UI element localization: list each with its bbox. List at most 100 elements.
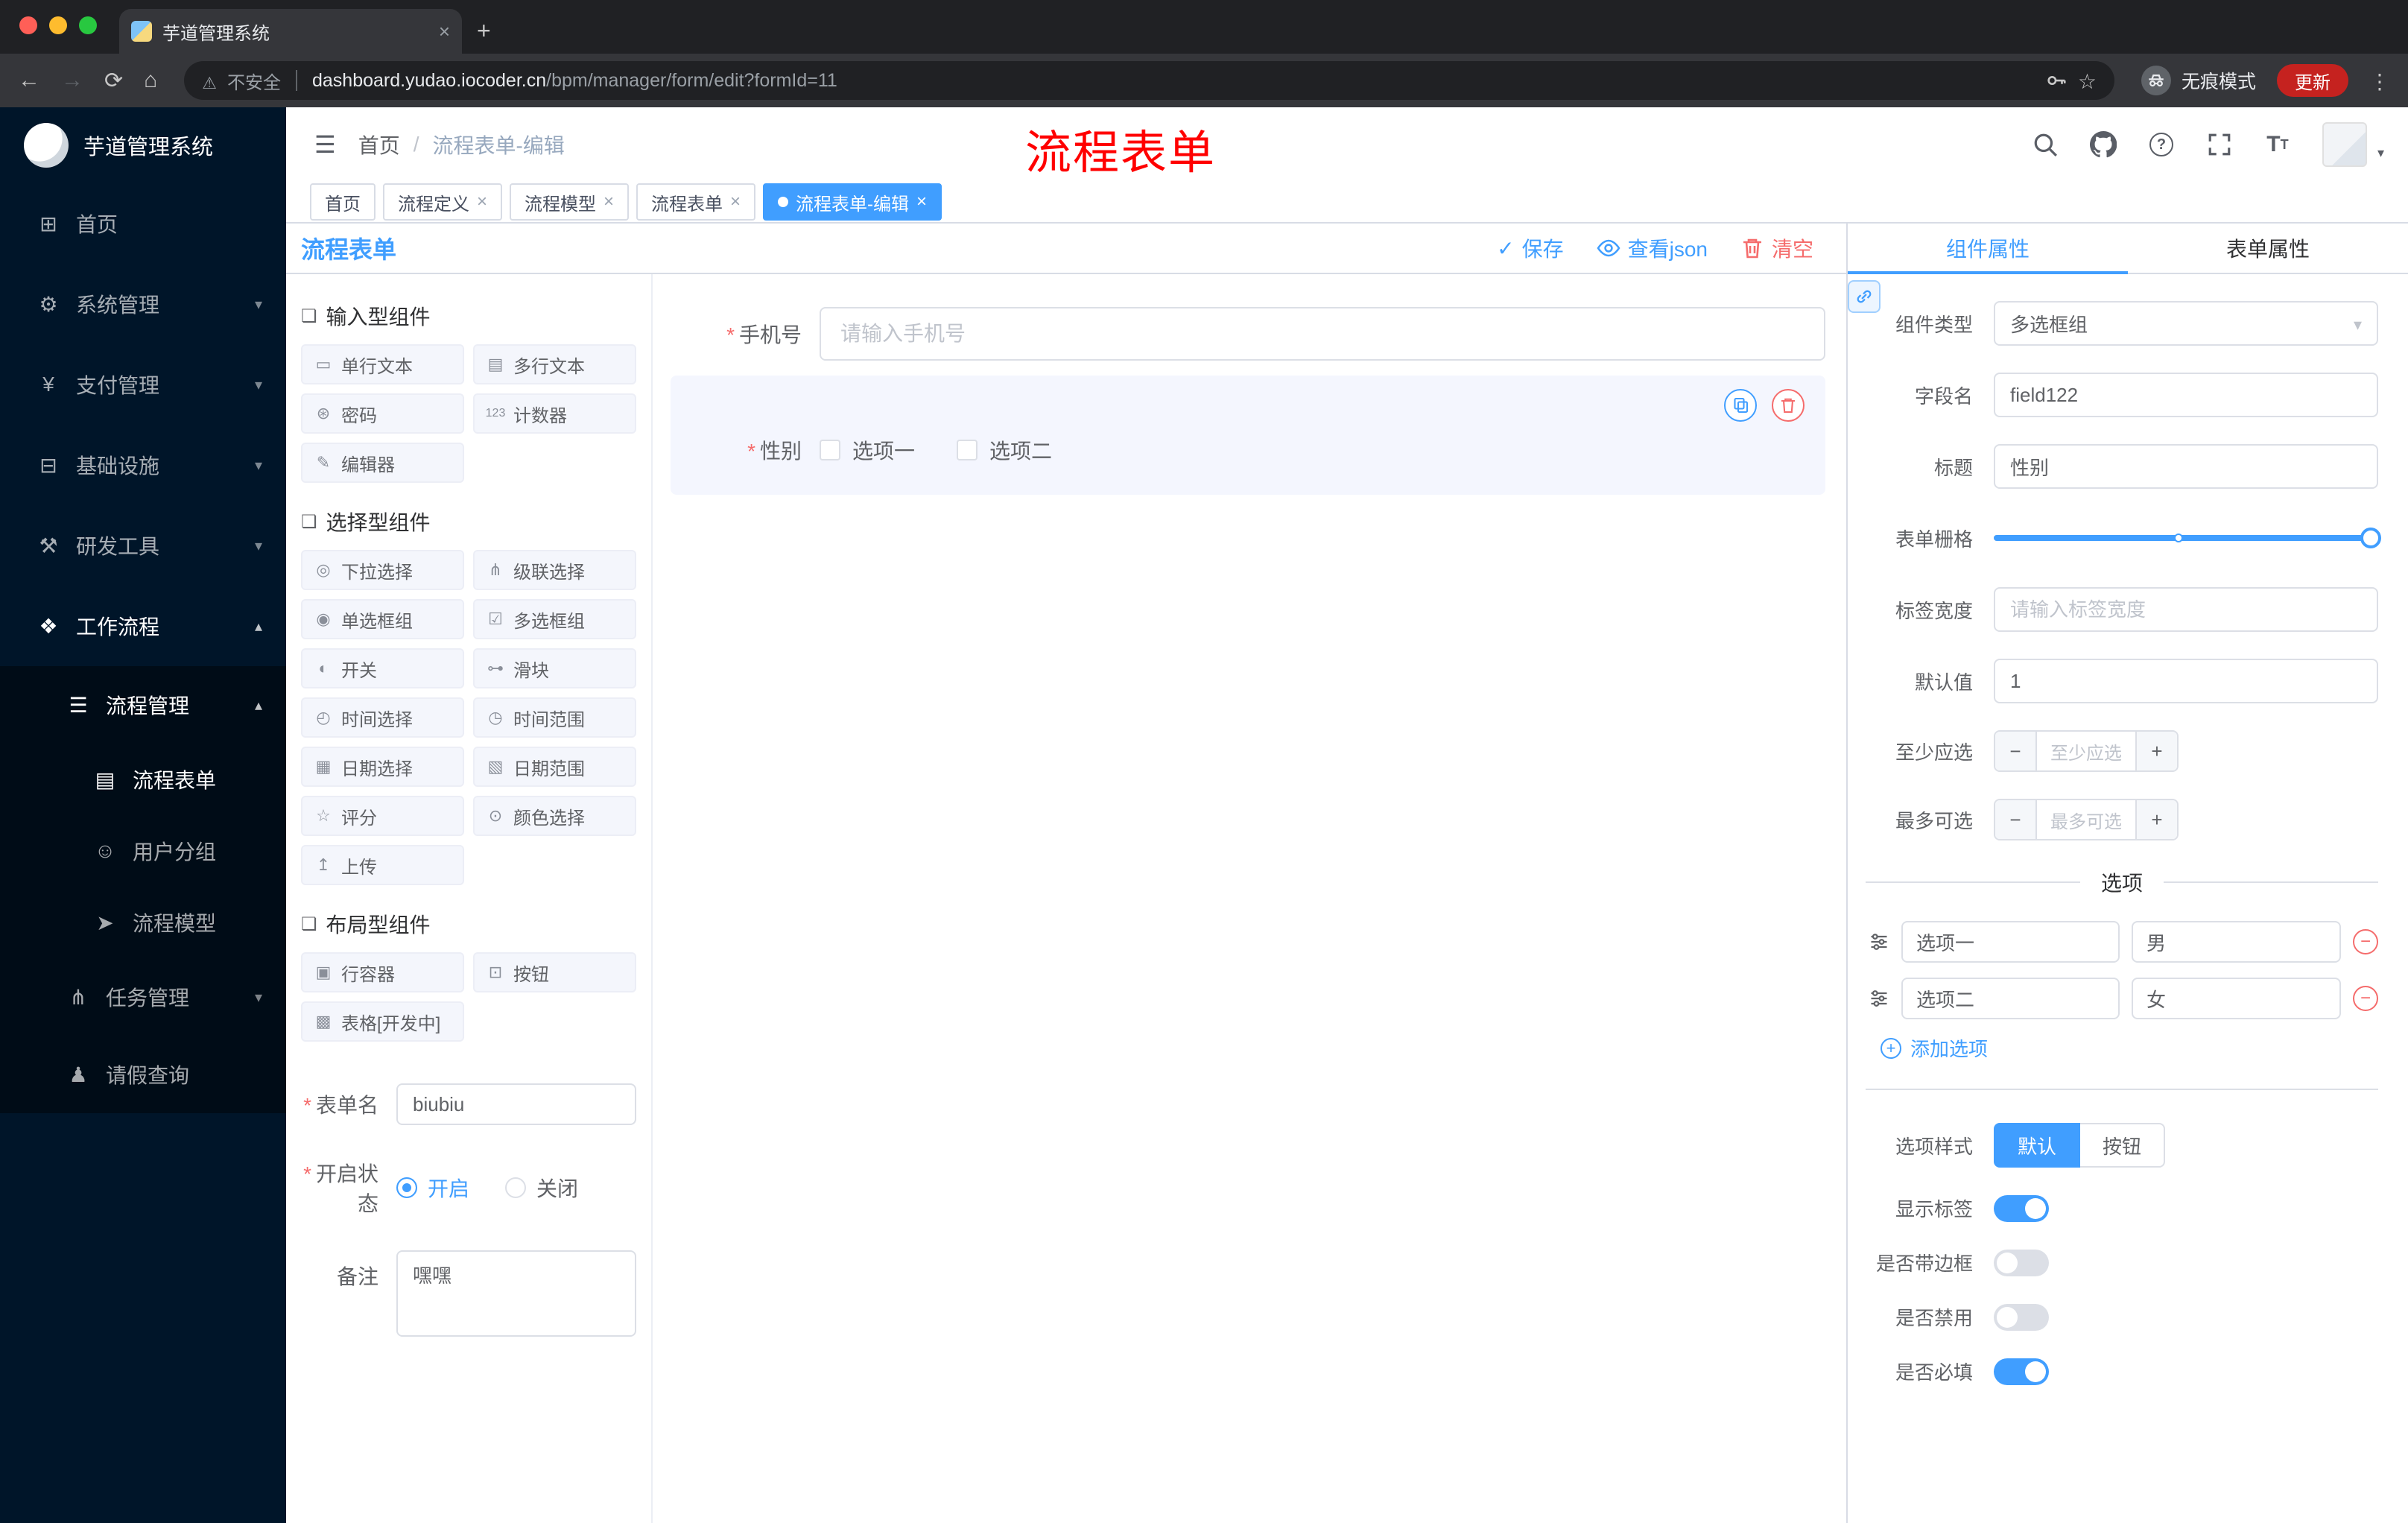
sidebar-item-infra[interactable]: ⊟ 基础设施 [0, 425, 286, 505]
sidebar-item-devtools[interactable]: ⚒ 研发工具 [0, 505, 286, 586]
palette-item-checkbox-group[interactable]: ☑ 多选框组 [473, 599, 636, 639]
remove-option-button[interactable] [2353, 929, 2378, 954]
drag-handle-icon[interactable] [1869, 931, 1889, 952]
phone-input[interactable] [820, 307, 1825, 361]
save-button[interactable]: 保存 [1497, 233, 1564, 263]
browser-tab[interactable]: 芋道管理系统 [119, 9, 462, 54]
home-button[interactable] [144, 68, 157, 93]
sidebar-collapse-icon[interactable] [286, 130, 358, 159]
stepper-plus-button[interactable] [2135, 800, 2177, 839]
palette-item-slider[interactable]: ⊶ 滑块 [473, 648, 636, 688]
grid-slider[interactable] [1994, 516, 2381, 560]
tab-close-icon[interactable] [477, 191, 487, 212]
max-select-placeholder[interactable]: 最多可选 [2037, 800, 2135, 839]
page-tab-home[interactable]: 首页 [310, 183, 376, 221]
min-select-placeholder[interactable]: 至少应选 [2037, 732, 2135, 770]
tab-close-icon[interactable] [439, 20, 450, 43]
address-bar[interactable]: 不安全 dashboard.yudao.iocoder.cn/bpm/manag… [184, 61, 2114, 100]
bookmark-star-icon[interactable] [2078, 67, 2097, 95]
drag-handle-icon[interactable] [1869, 988, 1889, 1009]
slider-handle[interactable] [2360, 528, 2381, 548]
palette-item-row-container[interactable]: ▣ 行容器 [301, 952, 464, 992]
forward-button[interactable] [61, 68, 83, 93]
tab-close-icon[interactable] [916, 191, 927, 212]
breadcrumb-home[interactable]: 首页 [358, 130, 400, 159]
tab-form-props[interactable]: 表单属性 [2128, 224, 2408, 273]
tab-close-icon[interactable] [730, 191, 741, 212]
fullscreen-icon[interactable] [2206, 131, 2233, 158]
sidebar-item-workflow[interactable]: ❖ 工作流程 [0, 586, 286, 666]
sidebar-item-leave-query[interactable]: ♟ 请假查询 [0, 1036, 286, 1113]
status-off-radio[interactable]: 关闭 [505, 1173, 578, 1203]
palette-item-upload[interactable]: ↥ 上传 [301, 845, 464, 885]
page-tab-process-form[interactable]: 流程表单 [636, 183, 756, 221]
field-name-input[interactable] [1994, 373, 2378, 417]
delete-field-button[interactable] [1772, 389, 1805, 422]
password-key-icon[interactable] [2045, 69, 2068, 92]
style-button-button[interactable]: 按钮 [2080, 1123, 2166, 1168]
sidebar-item-payment[interactable]: ¥ 支付管理 [0, 344, 286, 425]
brand[interactable]: 芋道管理系统 [0, 107, 286, 183]
reload-button[interactable] [104, 68, 123, 94]
font-size-icon[interactable]: TT [2264, 131, 2291, 158]
user-avatar[interactable] [2322, 122, 2367, 167]
palette-item-cascader[interactable]: ⋔ 级联选择 [473, 550, 636, 590]
option-1-value-input[interactable] [2132, 921, 2341, 963]
add-option-button[interactable]: 添加选项 [1881, 1034, 2378, 1062]
link-anchor-icon[interactable] [1848, 280, 1881, 313]
disabled-toggle[interactable] [1994, 1303, 2049, 1331]
palette-item-single-line-text[interactable]: ▭ 单行文本 [301, 344, 464, 384]
window-minimize-button[interactable] [49, 16, 67, 34]
palette-item-time-picker[interactable]: ◴ 时间选择 [301, 697, 464, 738]
palette-item-time-range[interactable]: ◷ 时间范围 [473, 697, 636, 738]
window-zoom-button[interactable] [79, 16, 97, 34]
palette-item-rate[interactable]: ☆ 评分 [301, 796, 464, 836]
gender-option-1-checkbox[interactable]: 选项一 [820, 435, 915, 465]
stepper-minus-button[interactable] [1995, 800, 2037, 839]
window-close-button[interactable] [19, 16, 37, 34]
option-2-value-input[interactable] [2132, 978, 2341, 1019]
remove-option-button[interactable] [2353, 986, 2378, 1011]
option-2-label-input[interactable] [1901, 978, 2120, 1019]
sidebar-item-user-group[interactable]: ☺ 用户分组 [0, 815, 286, 887]
palette-item-button[interactable]: ⊡ 按钮 [473, 952, 636, 992]
help-icon[interactable] [2148, 131, 2175, 158]
palette-item-select[interactable]: ◎ 下拉选择 [301, 550, 464, 590]
palette-item-editor[interactable]: ✎ 编辑器 [301, 443, 464, 483]
tab-close-icon[interactable] [603, 191, 614, 212]
default-value-input[interactable] [1994, 659, 2378, 703]
gender-field-block[interactable]: 性别 选项一 选项二 [671, 376, 1825, 495]
github-icon[interactable] [2089, 131, 2117, 158]
stepper-minus-button[interactable] [1995, 732, 2037, 770]
sidebar-item-home[interactable]: ⊞ 首页 [0, 183, 286, 264]
back-button[interactable] [18, 68, 40, 93]
border-toggle[interactable] [1994, 1249, 2049, 1276]
view-json-button[interactable]: 查看json [1597, 233, 1708, 263]
page-tab-process-model[interactable]: 流程模型 [510, 183, 630, 221]
palette-item-date-range[interactable]: ▧ 日期范围 [473, 747, 636, 787]
sidebar-item-process-form[interactable]: ▤ 流程表单 [0, 744, 286, 815]
page-tab-process-form-edit[interactable]: 流程表单-编辑 [763, 183, 942, 221]
show-label-toggle[interactable] [1994, 1194, 2049, 1222]
sidebar-item-system[interactable]: ⚙ 系统管理 [0, 264, 286, 344]
copy-field-button[interactable] [1724, 389, 1757, 422]
sidebar-item-task-manage[interactable]: ⋔ 任务管理 [0, 958, 286, 1036]
gender-option-2-checkbox[interactable]: 选项二 [957, 435, 1052, 465]
palette-item-table[interactable]: ▩ 表格[开发中] [301, 1001, 464, 1042]
clear-button[interactable]: 清空 [1740, 233, 1813, 263]
title-input[interactable] [1994, 444, 2378, 489]
stepper-plus-button[interactable] [2135, 732, 2177, 770]
label-width-input[interactable] [1994, 587, 2378, 632]
form-name-input[interactable] [396, 1083, 636, 1125]
palette-item-password[interactable]: ⊛ 密码 [301, 393, 464, 434]
page-tab-process-def[interactable]: 流程定义 [383, 183, 503, 221]
palette-item-multi-line-text[interactable]: ▤ 多行文本 [473, 344, 636, 384]
required-toggle[interactable] [1994, 1358, 2049, 1385]
security-warning-icon[interactable] [202, 67, 217, 95]
tab-component-props[interactable]: 组件属性 [1848, 224, 2128, 274]
form-remark-textarea[interactable]: 嘿嘿 [396, 1250, 636, 1337]
option-1-label-input[interactable] [1901, 921, 2120, 963]
palette-item-counter[interactable]: 123 计数器 [473, 393, 636, 434]
palette-item-switch[interactable]: ◐ 开关 [301, 648, 464, 688]
new-tab-button[interactable] [477, 17, 491, 45]
